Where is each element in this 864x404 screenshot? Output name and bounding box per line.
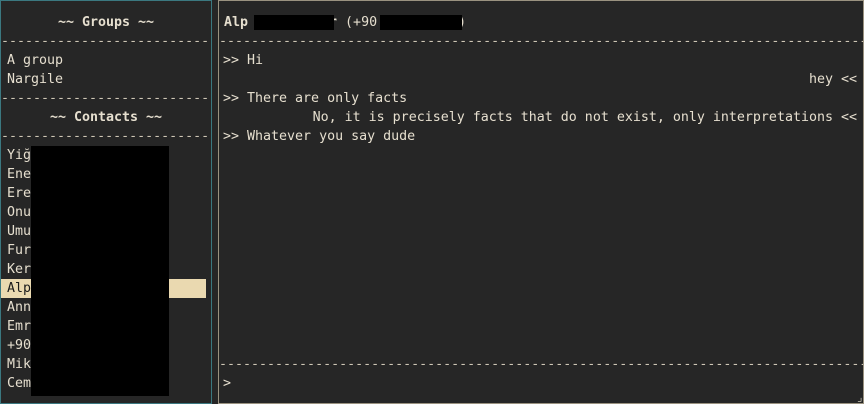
resize-handle-icon[interactable]: ⌟	[856, 392, 863, 403]
groups-top-divider: ----------------------------------------…	[1, 34, 211, 49]
contacts-redaction	[31, 146, 169, 396]
groups-heading: ~~ Groups ~~	[57, 15, 155, 30]
chat-title-phone: (+90	[337, 15, 378, 30]
message-incoming: >> There are only facts	[223, 91, 408, 106]
contacts-top-divider: ----------------------------------------…	[1, 129, 211, 144]
chat-title-name: Alp	[224, 15, 249, 30]
chat-panel: Alpr (+90) -----------------------------…	[218, 0, 864, 404]
message-incoming: >> Hi	[223, 53, 264, 68]
input-prompt: >	[223, 376, 232, 391]
group-item[interactable]: A group	[1, 51, 211, 70]
title-name-redaction	[254, 15, 334, 30]
message-outgoing: No, it is precisely facts that do not ex…	[312, 110, 857, 125]
message-input[interactable]: >	[219, 374, 863, 393]
contacts-heading: ~~ Contacts ~~	[49, 110, 163, 125]
title-phone-redaction	[380, 15, 462, 30]
chat-header-divider: ----------------------------------------…	[219, 34, 863, 49]
group-item[interactable]: Nargile	[1, 70, 211, 89]
sidebar-panel: ~~ Groups ~~ ---------------------------…	[0, 0, 212, 404]
input-divider: ----------------------------------------…	[219, 357, 863, 372]
groups-bottom-divider: ----------------------------------------…	[1, 91, 211, 106]
message-outgoing: hey <<	[808, 72, 857, 87]
message-incoming: >> Whatever you say dude	[223, 129, 416, 144]
